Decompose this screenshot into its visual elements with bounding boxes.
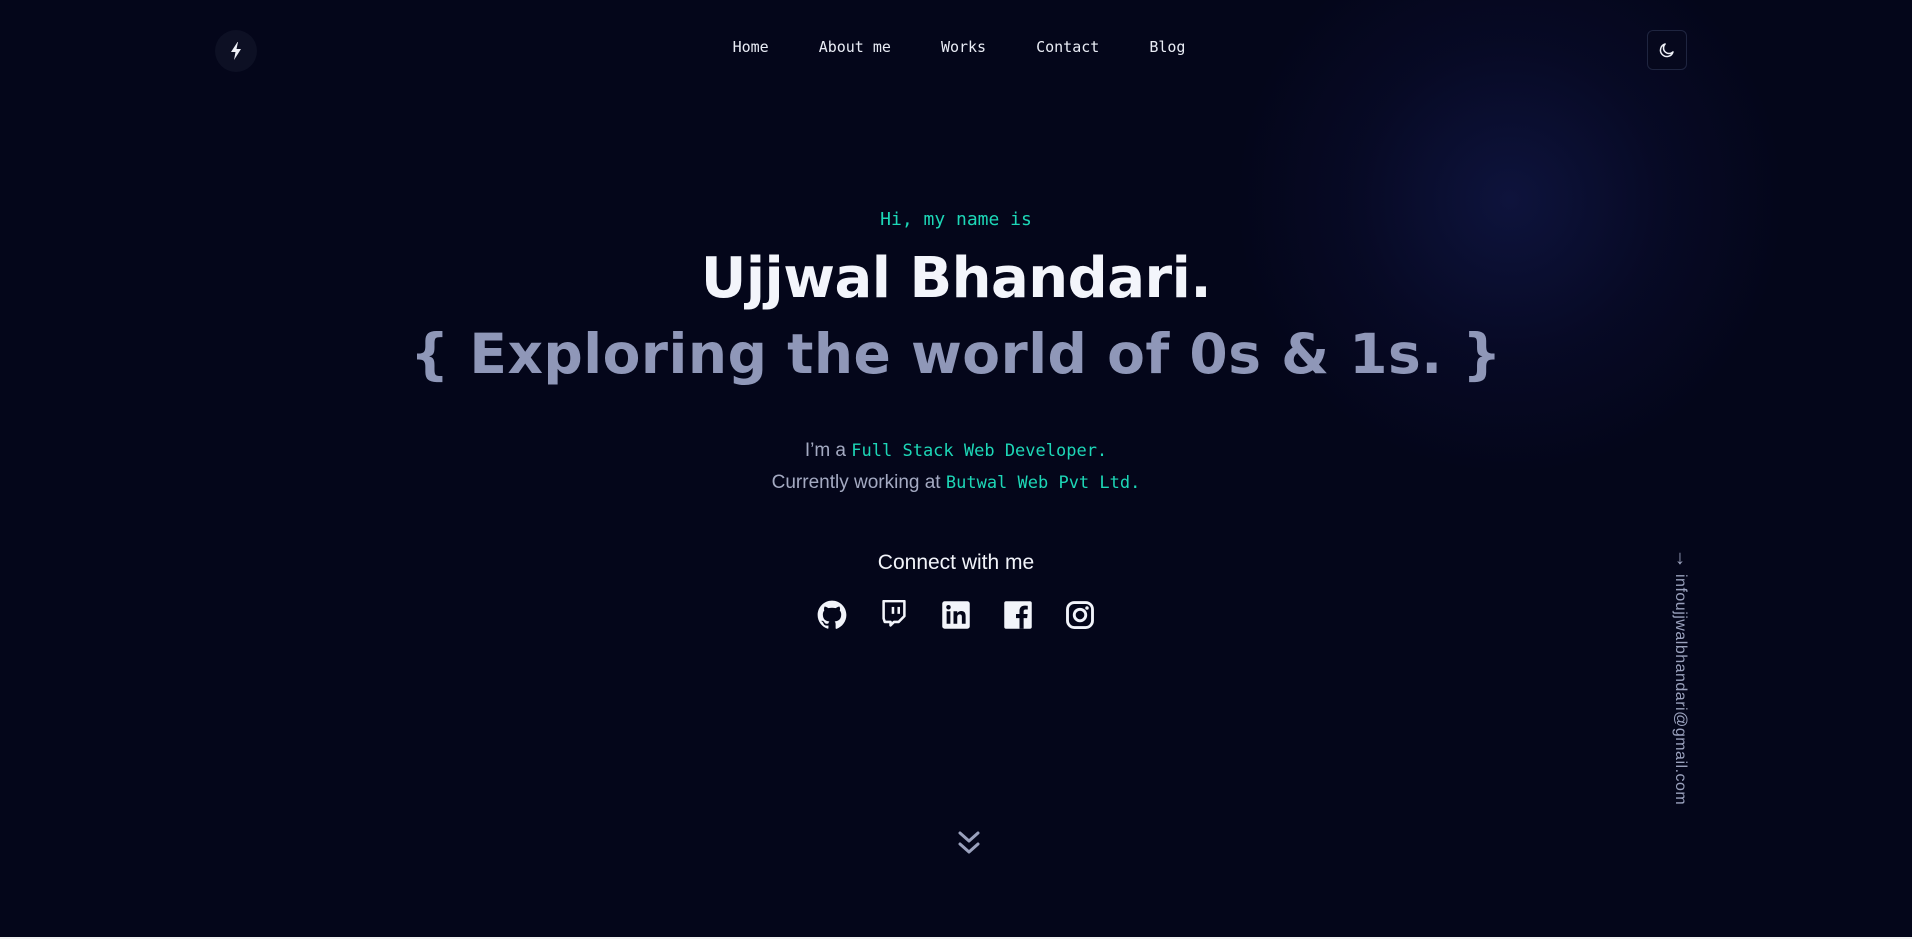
work-line: Currently working at Butwal Web Pvt Ltd. (0, 472, 1912, 494)
email-link[interactable]: infoujjwalbhandari@gmail.com (1671, 574, 1689, 805)
nav-works[interactable]: Works (941, 38, 986, 56)
github-icon (817, 600, 847, 629)
background-glow (1230, 0, 1790, 480)
nav-home[interactable]: Home (733, 38, 769, 56)
linkedin-icon (942, 601, 970, 629)
nav-about-me[interactable]: About me (819, 38, 891, 56)
work-prefix: Currently working at (771, 472, 941, 493)
github-link[interactable] (817, 600, 847, 630)
nav-blog[interactable]: Blog (1149, 38, 1185, 56)
connect-title: Connect with me (877, 551, 1035, 574)
role-prefix: I’m a (804, 440, 847, 461)
side-email: ↓ infoujjwalbhandari@gmail.com (1671, 548, 1689, 805)
nav-contact[interactable]: Contact (1036, 38, 1099, 56)
facebook-link[interactable] (1003, 600, 1033, 630)
role-highlight: Full Stack Web Developer. (851, 441, 1108, 461)
social-links (0, 600, 1912, 630)
facebook-icon (1004, 601, 1032, 629)
hero-name: Ujjwal Bhandari. (700, 246, 1212, 311)
theme-toggle-button[interactable] (1647, 30, 1687, 70)
company-link[interactable]: Butwal Web Pvt Ltd. (946, 473, 1140, 493)
scroll-down-button[interactable] (956, 830, 982, 858)
moon-icon (1659, 43, 1674, 58)
hero-tagline: { Exploring the world of 0s & 1s. } (410, 322, 1502, 386)
down-arrow-icon: ↓ (1675, 547, 1685, 569)
linkedin-link[interactable] (941, 600, 971, 630)
double-chevron-down-icon (958, 831, 980, 854)
role-line: I’m a Full Stack Web Developer. (0, 440, 1912, 462)
main-nav: Home About me Works Contact Blog (0, 38, 1912, 56)
instagram-link[interactable] (1065, 600, 1095, 630)
twitch-link[interactable] (879, 600, 909, 630)
twitch-icon (882, 600, 906, 627)
instagram-icon (1066, 601, 1094, 629)
greeting-text: Hi, my name is (880, 209, 1032, 230)
